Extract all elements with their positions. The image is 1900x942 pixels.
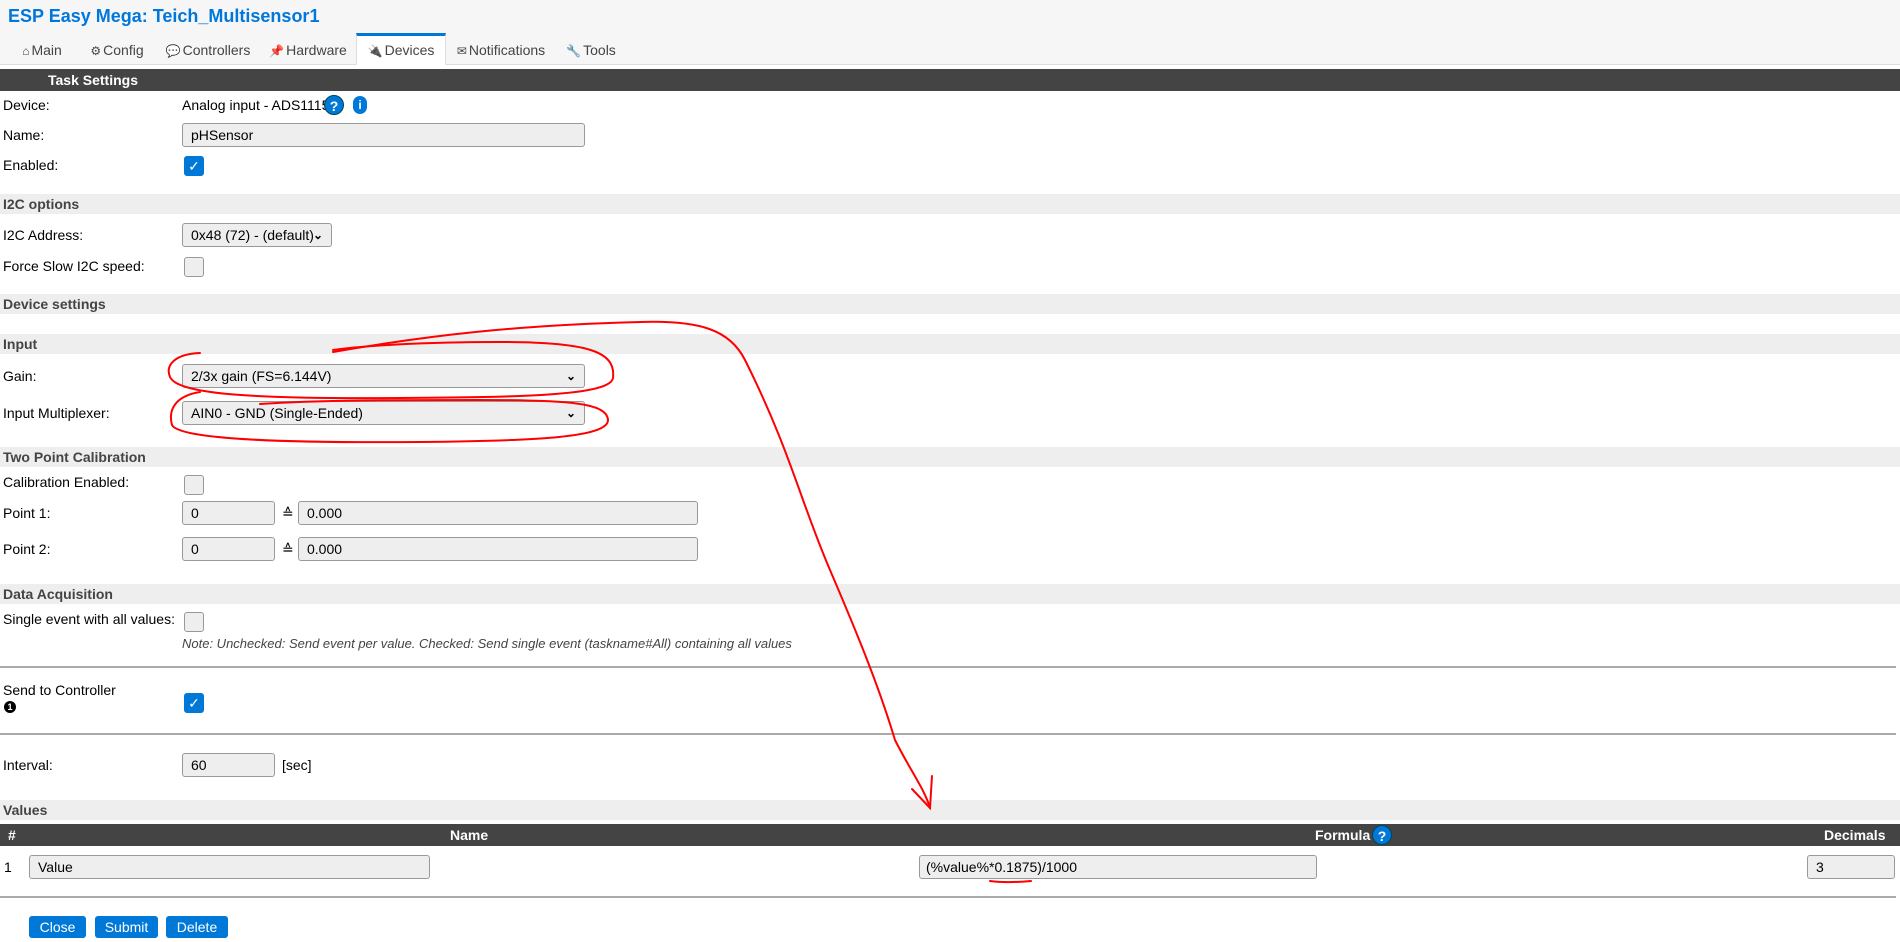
tab-label: Tools — [583, 42, 616, 58]
value-name-input[interactable]: Value — [29, 855, 430, 879]
top-bar: ESP Easy Mega: Teich_Multisensor1 ⌂ Main … — [0, 0, 1900, 65]
help-icon[interactable]: ? — [324, 95, 344, 115]
pin-icon: 📌 — [269, 44, 285, 58]
chevron-down-icon: ⌄ — [565, 406, 576, 420]
send-to-controller-checkbox[interactable]: ✓ — [184, 693, 204, 713]
tab-label: Config — [103, 42, 144, 58]
page-title: ESP Easy Mega: Teich_Multisensor1 — [8, 6, 320, 26]
single-event-checkbox[interactable] — [184, 612, 204, 632]
i2c-options-header: I2C options — [0, 194, 1900, 214]
tab-label: Controllers — [182, 42, 251, 58]
decimals-input[interactable]: 3 — [1807, 855, 1895, 879]
point1-label: Point 1: — [3, 505, 51, 521]
checkmark-icon: ✓ — [188, 158, 200, 174]
divider — [0, 666, 1896, 668]
gain-label: Gain: — [3, 368, 37, 384]
wrench-icon: 🔧 — [566, 44, 582, 58]
submit-button[interactable]: Submit — [95, 916, 158, 938]
chevron-down-icon: ⌄ — [312, 228, 323, 242]
tab-notifications[interactable]: ✉ Notifications — [455, 36, 547, 63]
point2-value-input[interactable]: 0.000 — [298, 537, 698, 561]
send-to-controller-label: Send to Controller — [3, 682, 116, 698]
envelope-icon: ✉ — [456, 44, 467, 58]
single-event-note: Note: Unchecked: Send event per value. C… — [182, 636, 792, 651]
divider — [0, 896, 1896, 898]
i2c-address-label: I2C Address: — [3, 227, 84, 243]
tab-label: Hardware — [286, 42, 347, 58]
chevron-down-icon: ⌄ — [565, 369, 576, 383]
plug-icon: 🔌 — [367, 44, 383, 58]
controller-number-badge: 1 — [4, 701, 16, 713]
data-acquisition-header: Data Acquisition — [0, 584, 1900, 604]
mux-label: Input Multiplexer: — [3, 405, 110, 421]
tab-controllers[interactable]: 💬 Controllers — [160, 36, 256, 63]
interval-unit: [sec] — [282, 757, 312, 773]
column-name: Name — [450, 827, 489, 843]
tab-config[interactable]: ⚙ Config — [84, 36, 150, 63]
interval-input[interactable]: 60 — [182, 753, 275, 777]
column-formula: Formula — [1315, 827, 1371, 843]
values-header: Values — [0, 800, 1900, 820]
enabled-label: Enabled: — [3, 157, 59, 173]
device-settings-header: Device settings — [0, 294, 1900, 314]
formula-input[interactable]: (%value%*0.1875)/1000 — [919, 855, 1317, 879]
formula-help-icon[interactable]: ? — [1372, 825, 1392, 845]
device-value: Analog input - ADS1115 — [182, 97, 330, 113]
mux-select[interactable]: AIN0 - GND (Single-Ended) ⌄ — [182, 401, 585, 425]
name-label: Name: — [3, 127, 45, 143]
column-decimals: Decimals — [1824, 827, 1886, 843]
chat-icon: 💬 — [165, 44, 181, 58]
select-value: 0x48 (72) - (default) — [191, 227, 314, 243]
column-num: # — [8, 827, 16, 843]
device-label: Device: — [3, 97, 50, 113]
checkmark-icon: ✓ — [188, 695, 200, 711]
gain-select[interactable]: 2/3x gain (FS=6.144V) ⌄ — [182, 364, 585, 388]
home-icon: ⌂ — [22, 44, 30, 58]
equiv-symbol: ≙ — [282, 541, 294, 557]
select-value: 2/3x gain (FS=6.144V) — [191, 368, 332, 384]
tab-label: Notifications — [468, 42, 546, 58]
input-header: Input — [0, 334, 1900, 354]
divider — [0, 733, 1896, 735]
formula-underline-annotation — [989, 880, 1032, 884]
enabled-checkbox[interactable]: ✓ — [184, 156, 204, 176]
force-slow-label: Force Slow I2C speed: — [3, 258, 145, 274]
task-settings-header: Task Settings — [0, 69, 1900, 91]
tab-label: Main — [31, 42, 62, 58]
info-icon[interactable]: i — [353, 96, 367, 114]
i2c-address-select[interactable]: 0x48 (72) - (default) ⌄ — [182, 223, 332, 247]
close-button[interactable]: Close — [29, 916, 86, 938]
calibration-header: Two Point Calibration — [0, 447, 1900, 467]
select-value: AIN0 - GND (Single-Ended) — [191, 405, 363, 421]
row-number: 1 — [4, 859, 12, 875]
tab-tools[interactable]: 🔧 Tools — [562, 36, 620, 63]
force-slow-checkbox[interactable] — [184, 257, 204, 277]
equiv-symbol: ≙ — [282, 505, 294, 521]
values-table-header: # Name Formula ? Decimals — [0, 824, 1900, 846]
name-input[interactable]: pHSensor — [182, 123, 585, 147]
arrow-line-annotation — [332, 320, 931, 809]
point1-adc-input[interactable]: 0 — [182, 501, 275, 525]
point2-label: Point 2: — [3, 541, 51, 557]
tab-label: Devices — [384, 42, 435, 58]
tab-devices[interactable]: 🔌 Devices — [356, 33, 446, 65]
delete-button[interactable]: Delete — [166, 916, 228, 938]
point2-adc-input[interactable]: 0 — [182, 537, 275, 561]
single-event-label: Single event with all values: — [3, 611, 175, 627]
tab-hardware[interactable]: 📌 Hardware — [266, 36, 350, 63]
calibration-enabled-checkbox[interactable] — [184, 475, 204, 495]
tab-main[interactable]: ⌂ Main — [18, 36, 66, 63]
interval-label: Interval: — [3, 757, 53, 773]
calibration-enabled-label: Calibration Enabled: — [3, 474, 130, 490]
tab-bar: ⌂ Main ⚙ Config 💬 Controllers 📌 Hardware 🔌 De… — [0, 33, 1900, 65]
point1-value-input[interactable]: 0.000 — [298, 501, 698, 525]
gear-icon: ⚙ — [90, 44, 102, 58]
